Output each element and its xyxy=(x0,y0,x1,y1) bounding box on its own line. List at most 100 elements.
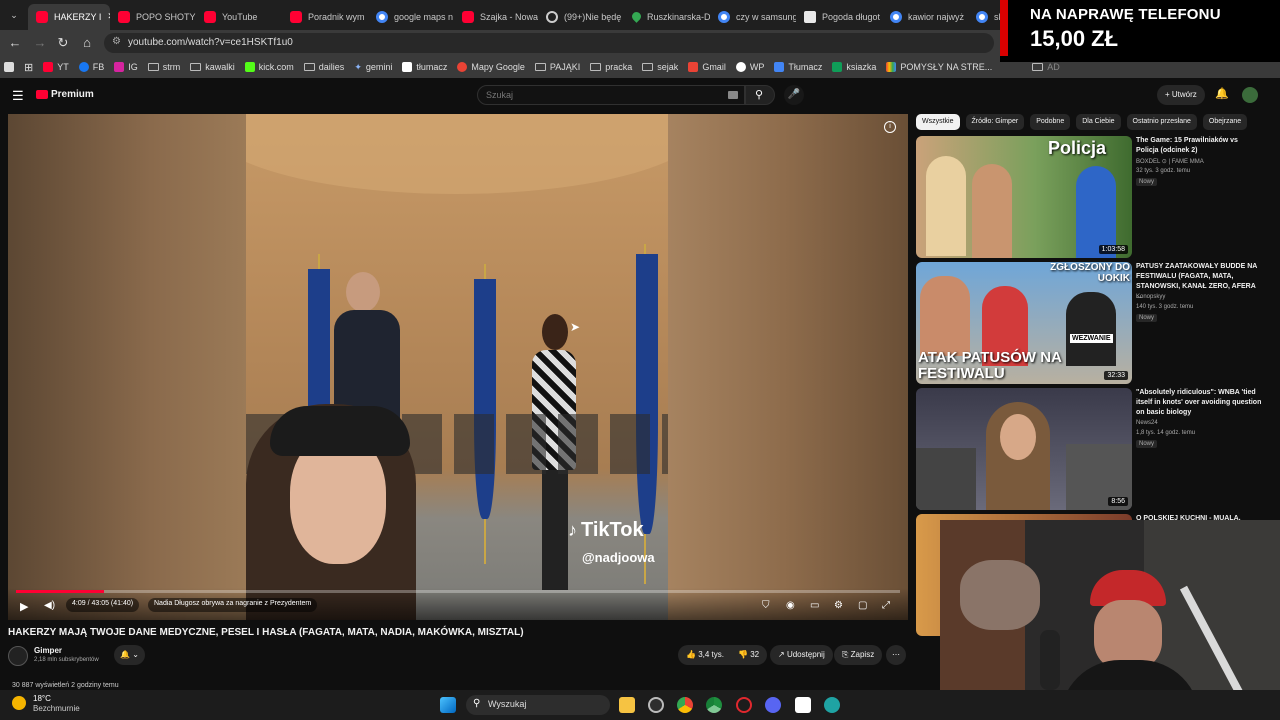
bookmark[interactable]: WP xyxy=(735,62,764,72)
chrome-profile-icon[interactable] xyxy=(706,697,722,713)
progress-bar[interactable] xyxy=(16,590,900,593)
video-thumbnail[interactable]: ZGŁOSZONY DO UOKIK WEZWANIE ATAK PATUSÓW… xyxy=(916,262,1132,384)
create-button[interactable]: + Utwórz xyxy=(1157,85,1205,105)
tab[interactable]: Pogoda długot xyxy=(796,4,882,30)
save-button[interactable]: ⎘ Zapisz xyxy=(834,645,883,665)
more-actions-button[interactable]: ⋯ xyxy=(886,645,906,665)
video-thumbnail[interactable]: Policja 1:03:58 xyxy=(916,136,1132,258)
dislike-button[interactable]: 👎 32 xyxy=(730,645,768,665)
notifications-icon[interactable]: 🔔 xyxy=(1215,87,1229,100)
search-input[interactable]: Szukaj xyxy=(477,85,745,105)
related-video[interactable]: 8:56 "Absolutely ridiculous": WNBA 'tied… xyxy=(916,388,1266,510)
subtitles-icon[interactable]: ▭ xyxy=(810,600,819,612)
bookmark[interactable]: Tłumacz xyxy=(774,62,822,72)
tab-search-icon[interactable]: ⌄ xyxy=(0,2,28,28)
tab-active[interactable]: HAKERZY I ✕ xyxy=(28,3,110,30)
bookmark[interactable]: ksiazka xyxy=(832,62,876,72)
video-player[interactable]: ♪ TikTok @nadjoowa i ➤ xyxy=(8,114,908,620)
video-thumbnail[interactable]: 8:56 xyxy=(916,388,1132,510)
chrome-icon[interactable] xyxy=(677,697,693,713)
related-channel[interactable]: Konopskyy xyxy=(1136,294,1165,300)
chip-for-you[interactable]: Dla Ciebie xyxy=(1076,114,1121,130)
taskbar-search[interactable]: ⚲ Wyszukaj xyxy=(466,695,610,715)
fullscreen-icon[interactable]: ⤢ xyxy=(882,600,890,612)
tab[interactable]: Poradnik wym xyxy=(282,4,368,30)
shield-icon[interactable]: ⛉ xyxy=(762,600,770,612)
youtube-logo[interactable]: Premium xyxy=(36,89,94,100)
wp-icon xyxy=(735,62,746,72)
share-button[interactable]: ↗ Udostępnij xyxy=(770,645,833,665)
channel-avatar[interactable] xyxy=(8,646,28,666)
back-icon[interactable]: ← xyxy=(7,35,23,51)
bookmark[interactable]: ✦ gemini xyxy=(354,62,392,73)
settings-icon[interactable]: ⚙ xyxy=(834,600,843,612)
weather-sun-icon[interactable] xyxy=(12,696,26,710)
app-icon[interactable] xyxy=(736,697,752,713)
bookmark[interactable]: kawalki xyxy=(190,62,235,72)
related-video[interactable]: ZGŁOSZONY DO UOKIK WEZWANIE ATAK PATUSÓW… xyxy=(916,262,1266,384)
chapter-title[interactable]: Nadia Długosz obrywa za nagranie z Prezy… xyxy=(148,598,318,612)
bookmark[interactable]: PAJĄKI xyxy=(534,62,580,72)
like-button[interactable]: 👍 3,4 tys. xyxy=(678,645,732,665)
tab[interactable]: Ruszkinarska-D xyxy=(624,4,710,30)
tab-label: (99+)Nie będę xyxy=(564,11,622,22)
tab[interactable]: kawior najwyż xyxy=(882,4,968,30)
related-channel[interactable]: BOXDEL ⊙ | FAME MMA xyxy=(1136,158,1204,165)
subscribe-bell-button[interactable]: 🔔 ⌄ xyxy=(114,645,145,665)
forward-icon[interactable]: → xyxy=(32,35,48,51)
chip-all[interactable]: Wszystkie xyxy=(916,114,960,130)
bookmark[interactable]: YT xyxy=(43,62,69,72)
reload-icon[interactable]: ↻ xyxy=(55,35,71,51)
apps-icon[interactable] xyxy=(4,62,14,72)
avatar[interactable] xyxy=(1242,87,1258,103)
bookmark[interactable]: sejak xyxy=(642,62,678,72)
grid-icon[interactable]: ⊞ xyxy=(24,61,33,74)
discord-icon[interactable] xyxy=(765,697,781,713)
miniplayer-icon[interactable]: ▢ xyxy=(858,600,867,612)
bookmark[interactable]: Gmail xyxy=(688,62,726,72)
tab[interactable]: (99+)Nie będę xyxy=(538,4,624,30)
bookmark[interactable]: tłumacz xyxy=(402,62,447,72)
bookmark[interactable]: strm xyxy=(147,62,180,72)
channel-name[interactable]: Gimper xyxy=(34,646,62,655)
related-title[interactable]: "Absolutely ridiculous": WNBA 'tied itse… xyxy=(1136,388,1262,418)
bookmark[interactable]: POMYSŁY NA STRE... xyxy=(886,62,992,72)
info-icon[interactable]: i xyxy=(884,121,896,133)
chip-source[interactable]: Źródło: Gimper xyxy=(965,114,1025,130)
keyboard-icon[interactable] xyxy=(728,91,738,99)
bookmark[interactable]: IG xyxy=(114,62,138,72)
related-title[interactable]: The Game: 15 Prawilniaków vs Policja (od… xyxy=(1136,136,1262,156)
related-video[interactable]: Policja 1:03:58 The Game: 15 Prawilniakó… xyxy=(916,136,1266,258)
search-button[interactable]: ⚲ xyxy=(745,85,775,105)
chip-similar[interactable]: Podobne xyxy=(1030,114,1071,130)
file-explorer-icon[interactable] xyxy=(619,697,635,713)
tab[interactable]: YouTube xyxy=(196,4,282,30)
bookmark[interactable]: Mapy Google xyxy=(457,62,525,72)
home-icon[interactable]: ⌂ xyxy=(79,35,95,51)
tab[interactable]: google maps n xyxy=(368,4,454,30)
tab[interactable]: Szajka - Nowa xyxy=(454,4,538,30)
bookmark[interactable]: pracka xyxy=(590,62,632,72)
autoplay-toggle-icon[interactable]: ◉ xyxy=(786,600,795,612)
related-channel[interactable]: News24 xyxy=(1136,420,1158,426)
play-icon[interactable]: ▶ xyxy=(20,600,28,613)
app-icon[interactable] xyxy=(648,697,664,713)
tab[interactable]: POPO SHOTY xyxy=(110,4,196,30)
chip-watched[interactable]: Obejrzane xyxy=(1202,114,1248,130)
url-field[interactable]: ⚙ youtube.com/watch?v=ce1HSKTf1u0 xyxy=(104,33,994,53)
app-icon[interactable] xyxy=(824,697,840,713)
wall-light xyxy=(246,114,668,194)
volume-icon[interactable]: ◀) xyxy=(44,600,55,612)
windows-start-icon[interactable] xyxy=(440,697,456,713)
bookmark[interactable]: FB xyxy=(78,62,104,72)
bookmark[interactable]: kick.com xyxy=(244,62,294,72)
site-info-icon[interactable]: ⚙ xyxy=(112,36,121,47)
bookmark[interactable]: AD xyxy=(1032,62,1060,72)
app-icon[interactable] xyxy=(795,697,811,713)
bookmark[interactable]: dailies xyxy=(303,62,344,72)
microphone-icon[interactable]: 🎤 xyxy=(784,85,804,105)
tab-label: HAKERZY I xyxy=(54,11,102,22)
hamburger-menu-icon[interactable]: ☰ xyxy=(12,88,24,104)
tab[interactable]: czy w samsung xyxy=(710,4,796,30)
chip-recent[interactable]: Ostatnio przesłane xyxy=(1126,114,1197,130)
